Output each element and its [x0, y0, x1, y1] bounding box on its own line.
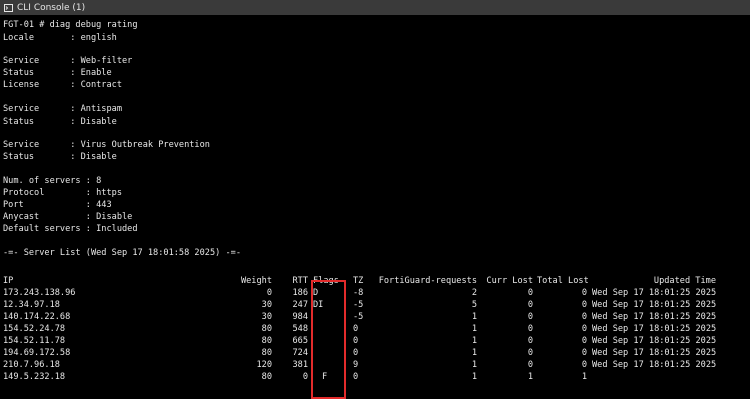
table-cell-rtt: 247: [292, 300, 308, 310]
table-cell-total-lost: 0: [581, 336, 587, 346]
table-cell-weight: 30: [261, 312, 272, 322]
column-header-curr-lost: Curr Lost: [486, 276, 533, 286]
console-line: Locale : english: [3, 33, 117, 43]
console-line: Protocol : https: [3, 188, 122, 198]
column-header-ip: IP: [3, 276, 14, 286]
table-cell-curr-lost: 0: [527, 348, 533, 358]
table-cell-rtt: 186: [292, 288, 308, 298]
console-line: Status : Enable: [3, 68, 112, 78]
table-cell-tz: 0: [353, 336, 359, 346]
table-cell-requests: 1: [471, 324, 477, 334]
table-cell-ip: 140.174.22.68: [3, 312, 71, 322]
table-cell-ip: 154.52.11.78: [3, 336, 66, 346]
table-cell-curr-lost: 0: [527, 312, 533, 322]
table-cell-curr-lost: 0: [527, 336, 533, 346]
table-cell-ip: 173.243.138.96: [3, 288, 76, 298]
table-cell-total-lost: 0: [581, 360, 587, 370]
table-cell-requests: 1: [471, 372, 477, 382]
table-cell-curr-lost: 1: [527, 372, 533, 382]
table-cell-tz: 0: [353, 372, 359, 382]
console-line: -=- Server List (Wed Sep 17 18:01:58 202…: [3, 248, 241, 258]
table-cell-total-lost: 0: [581, 312, 587, 322]
column-header-rtt: RTT: [292, 276, 308, 286]
console-line: Port : 443: [3, 200, 112, 210]
column-header-weight: Weight: [240, 276, 272, 286]
table-cell-curr-lost: 0: [527, 288, 533, 298]
table-cell-total-lost: 0: [581, 324, 587, 334]
table-cell-updated: Wed Sep 17 18:01:25 2025: [592, 336, 717, 346]
table-cell-ip: 210.7.96.18: [3, 360, 60, 370]
table-cell-tz: 0: [353, 348, 359, 358]
table-cell-weight: 80: [261, 336, 272, 346]
table-cell-ip: 12.34.97.18: [3, 300, 60, 310]
table-cell-rtt: 548: [292, 324, 308, 334]
table-cell-requests: 1: [471, 312, 477, 322]
column-header-tz: TZ: [353, 276, 364, 286]
table-cell-weight: 120: [256, 360, 272, 370]
terminal-icon: [4, 3, 13, 12]
console-line: Service : Virus Outbreak Prevention: [3, 140, 210, 150]
table-cell-updated: Wed Sep 17 18:01:25 2025: [592, 360, 717, 370]
table-cell-rtt: 381: [292, 360, 308, 370]
console-line: License : Contract: [3, 80, 122, 90]
table-cell-requests: 5: [471, 300, 477, 310]
table-cell-requests: 1: [471, 336, 477, 346]
table-cell-tz: 0: [353, 324, 359, 334]
table-cell-weight: 0: [266, 288, 272, 298]
flags-column-highlight: [311, 280, 346, 399]
table-cell-total-lost: 0: [581, 288, 587, 298]
table-cell-total-lost: 0: [581, 300, 587, 310]
column-header-requests: FortiGuard-requests: [378, 276, 477, 286]
table-cell-total-lost: 1: [581, 372, 587, 382]
table-cell-requests: 1: [471, 348, 477, 358]
table-cell-requests: 2: [471, 288, 477, 298]
cli-console[interactable]: FGT-01 # diag debug rating Locale : engli…: [0, 15, 750, 399]
table-cell-weight: 80: [261, 324, 272, 334]
table-cell-tz: -5: [353, 312, 364, 322]
console-line: Default servers : Included: [3, 224, 138, 234]
table-cell-updated: Wed Sep 17 18:01:25 2025: [592, 288, 717, 298]
table-cell-curr-lost: 0: [527, 300, 533, 310]
console-line: Service : Web-filter: [3, 56, 133, 66]
table-cell-ip: 149.5.232.18: [3, 372, 66, 382]
table-cell-weight: 80: [261, 372, 272, 382]
console-line: FGT-01 # diag debug rating: [3, 20, 138, 30]
console-line: Anycast : Disable: [3, 212, 133, 222]
console-line: Status : Disable: [3, 152, 117, 162]
column-header-updated: Updated Time: [653, 276, 716, 286]
table-cell-updated: Wed Sep 17 18:01:25 2025: [592, 348, 717, 358]
table-cell-rtt: 0: [302, 372, 308, 382]
console-line: Service : Antispam: [3, 104, 122, 114]
console-line: Num. of servers : 8: [3, 176, 102, 186]
table-cell-rtt: 724: [292, 348, 308, 358]
table-cell-updated: Wed Sep 17 18:01:25 2025: [592, 312, 717, 322]
table-cell-curr-lost: 0: [527, 324, 533, 334]
table-cell-curr-lost: 0: [527, 360, 533, 370]
table-cell-weight: 30: [261, 300, 272, 310]
table-cell-rtt: 665: [292, 336, 308, 346]
table-cell-tz: 9: [353, 360, 359, 370]
window-titlebar: CLI Console (1): [0, 0, 750, 15]
window-title: CLI Console (1): [17, 2, 86, 13]
column-header-total-lost: Total Lost: [537, 276, 589, 286]
table-cell-ip: 154.52.24.78: [3, 324, 66, 334]
table-cell-updated: Wed Sep 17 18:01:25 2025: [592, 324, 717, 334]
table-cell-tz: -5: [353, 300, 364, 310]
table-cell-requests: 1: [471, 360, 477, 370]
table-cell-tz: -8: [353, 288, 364, 298]
console-line: Status : Disable: [3, 117, 117, 127]
table-cell-total-lost: 0: [581, 348, 587, 358]
table-cell-weight: 80: [261, 348, 272, 358]
table-cell-rtt: 984: [292, 312, 308, 322]
table-cell-ip: 194.69.172.58: [3, 348, 71, 358]
table-cell-updated: Wed Sep 17 18:01:25 2025: [592, 300, 717, 310]
